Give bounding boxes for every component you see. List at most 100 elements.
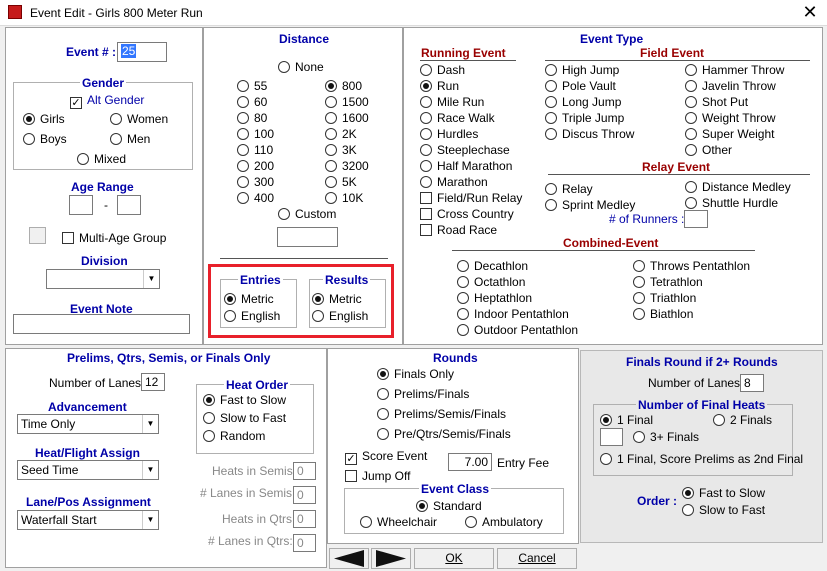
running-option[interactable]: Marathon xyxy=(420,175,522,191)
entries-metric-radio[interactable]: Metric xyxy=(224,292,274,306)
running-option[interactable]: Half Marathon xyxy=(420,159,522,175)
girls-radio[interactable]: Girls xyxy=(23,112,65,126)
combined-option[interactable]: Triathlon xyxy=(633,291,750,307)
field-option[interactable]: Weight Throw xyxy=(685,111,784,127)
distance-medley-radio[interactable]: Distance Medley xyxy=(685,180,791,194)
round-prelims-semis-finals-radio[interactable]: Prelims/Semis/Finals xyxy=(377,407,506,421)
running-option[interactable]: Mile Run xyxy=(420,95,522,111)
round-finals-only-radio[interactable]: Finals Only xyxy=(377,367,454,381)
boys-radio[interactable]: Boys xyxy=(23,132,67,146)
heat-order-slow-radio[interactable]: Slow to Fast xyxy=(203,411,286,425)
order-slow-radio[interactable]: Slow to Fast xyxy=(682,503,765,517)
distance-option[interactable]: 80 xyxy=(237,111,274,127)
field-option[interactable]: Triple Jump xyxy=(545,111,634,127)
three-plus-finals-field[interactable] xyxy=(600,428,623,446)
heats-semis-field[interactable]: 0 xyxy=(293,462,316,480)
entries-english-radio[interactable]: English xyxy=(224,309,280,323)
one-final-radio[interactable]: 1 Final xyxy=(600,413,653,427)
multi-age-checkbox[interactable]: Multi-Age Group xyxy=(62,231,166,245)
combined-option[interactable]: Outdoor Pentathlon xyxy=(457,323,578,339)
men-radio[interactable]: Men xyxy=(110,132,150,146)
division-select[interactable]: ▼ xyxy=(46,269,160,289)
combined-option[interactable]: Biathlon xyxy=(633,307,750,323)
running-option[interactable]: Race Walk xyxy=(420,111,522,127)
heats-qtrs-field[interactable]: 0 xyxy=(293,510,316,528)
field-option[interactable]: Other xyxy=(685,143,784,159)
runners-field[interactable] xyxy=(684,210,708,228)
combined-option[interactable]: Decathlon xyxy=(457,259,578,275)
running-check[interactable]: Cross Country xyxy=(420,207,522,223)
multi-age-button[interactable] xyxy=(29,227,46,244)
combined-option[interactable]: Indoor Pentathlon xyxy=(457,307,578,323)
score-event-checkbox[interactable]: ✓ Score Event xyxy=(345,449,427,465)
field-option[interactable]: Long Jump xyxy=(545,95,634,111)
custom-distance-field[interactable] xyxy=(277,227,338,247)
combined-option[interactable]: Tetrathlon xyxy=(633,275,750,291)
age-from-field[interactable] xyxy=(69,195,93,215)
next-event-button[interactable] xyxy=(371,548,411,569)
distance-option[interactable]: 5K xyxy=(325,175,369,191)
distance-option[interactable]: 800 xyxy=(325,79,369,95)
ok-button[interactable]: OK xyxy=(414,548,494,569)
distance-none-radio[interactable]: None xyxy=(278,60,324,74)
round-prelims-finals-radio[interactable]: Prelims/Finals xyxy=(377,387,469,401)
jump-off-checkbox[interactable]: Jump Off xyxy=(345,469,410,483)
heat-flight-select[interactable]: Seed Time ▼ xyxy=(17,460,159,480)
field-option[interactable]: Javelin Throw xyxy=(685,79,784,95)
field-option[interactable]: High Jump xyxy=(545,63,634,79)
running-check[interactable]: Field/Run Relay xyxy=(420,191,522,207)
class-ambulatory-radio[interactable]: Ambulatory xyxy=(465,515,543,529)
score-prelims-final-radio[interactable]: 1 Final, Score Prelims as 2nd Final xyxy=(600,452,803,466)
lane-pos-select[interactable]: Waterfall Start ▼ xyxy=(17,510,159,530)
women-radio[interactable]: Women xyxy=(110,112,168,126)
heat-order-fast-radio[interactable]: Fast to Slow xyxy=(203,393,286,407)
age-to-field[interactable] xyxy=(117,195,141,215)
field-option[interactable]: Hammer Throw xyxy=(685,63,784,79)
results-english-radio[interactable]: English xyxy=(312,309,368,323)
distance-option[interactable]: 2K xyxy=(325,127,369,143)
distance-option[interactable]: 100 xyxy=(237,127,274,143)
lanes-qtrs-field[interactable]: 0 xyxy=(293,534,316,552)
distance-option[interactable]: 110 xyxy=(237,143,274,159)
distance-option[interactable]: 60 xyxy=(237,95,274,111)
running-option[interactable]: Dash xyxy=(420,63,522,79)
three-plus-finals-radio[interactable]: 3+ Finals xyxy=(633,430,699,444)
mixed-radio[interactable]: Mixed xyxy=(77,152,126,166)
custom-radio[interactable]: Custom xyxy=(278,207,336,221)
round-pre-qtrs-semis-finals-radio[interactable]: Pre/Qtrs/Semis/Finals xyxy=(377,427,511,441)
event-note-field[interactable] xyxy=(13,314,190,334)
relay-radio[interactable]: Relay xyxy=(545,182,593,196)
previous-event-button[interactable] xyxy=(329,548,369,569)
cancel-button[interactable]: Cancel xyxy=(497,548,577,569)
distance-option[interactable]: 3K xyxy=(325,143,369,159)
heat-order-random-radio[interactable]: Random xyxy=(203,429,265,443)
running-check[interactable]: Road Race xyxy=(420,223,522,239)
entry-fee-field[interactable]: 7.00 xyxy=(448,453,492,471)
distance-option[interactable]: 400 xyxy=(237,191,274,207)
running-option[interactable]: Steeplechase xyxy=(420,143,522,159)
combined-option[interactable]: Heptathlon xyxy=(457,291,578,307)
class-wheelchair-radio[interactable]: Wheelchair xyxy=(360,515,437,529)
shuttle-hurdle-radio[interactable]: Shuttle Hurdle xyxy=(685,196,778,210)
field-option[interactable]: Pole Vault xyxy=(545,79,634,95)
lanes-semis-field[interactable]: 0 xyxy=(293,486,316,504)
alt-gender-checkbox[interactable]: ✓ Alt Gender xyxy=(70,93,144,109)
running-option[interactable]: Run xyxy=(420,79,522,95)
close-icon[interactable]: ✕ xyxy=(800,1,820,23)
field-option[interactable]: Discus Throw xyxy=(545,127,634,143)
distance-option[interactable]: 1500 xyxy=(325,95,369,111)
prelims-lanes-field[interactable]: 12 xyxy=(141,373,165,391)
combined-option[interactable]: Throws Pentathlon xyxy=(633,259,750,275)
order-fast-radio[interactable]: Fast to Slow xyxy=(682,486,765,500)
class-standard-radio[interactable]: Standard xyxy=(416,499,482,513)
distance-option[interactable]: 3200 xyxy=(325,159,369,175)
results-metric-radio[interactable]: Metric xyxy=(312,292,362,306)
sprint-medley-radio[interactable]: Sprint Medley xyxy=(545,198,635,212)
distance-option[interactable]: 55 xyxy=(237,79,274,95)
event-number-field[interactable]: 25 xyxy=(117,42,167,62)
finals-lanes-field[interactable]: 8 xyxy=(740,374,764,392)
running-option[interactable]: Hurdles xyxy=(420,127,522,143)
distance-option[interactable]: 300 xyxy=(237,175,274,191)
combined-option[interactable]: Octathlon xyxy=(457,275,578,291)
distance-option[interactable]: 1600 xyxy=(325,111,369,127)
